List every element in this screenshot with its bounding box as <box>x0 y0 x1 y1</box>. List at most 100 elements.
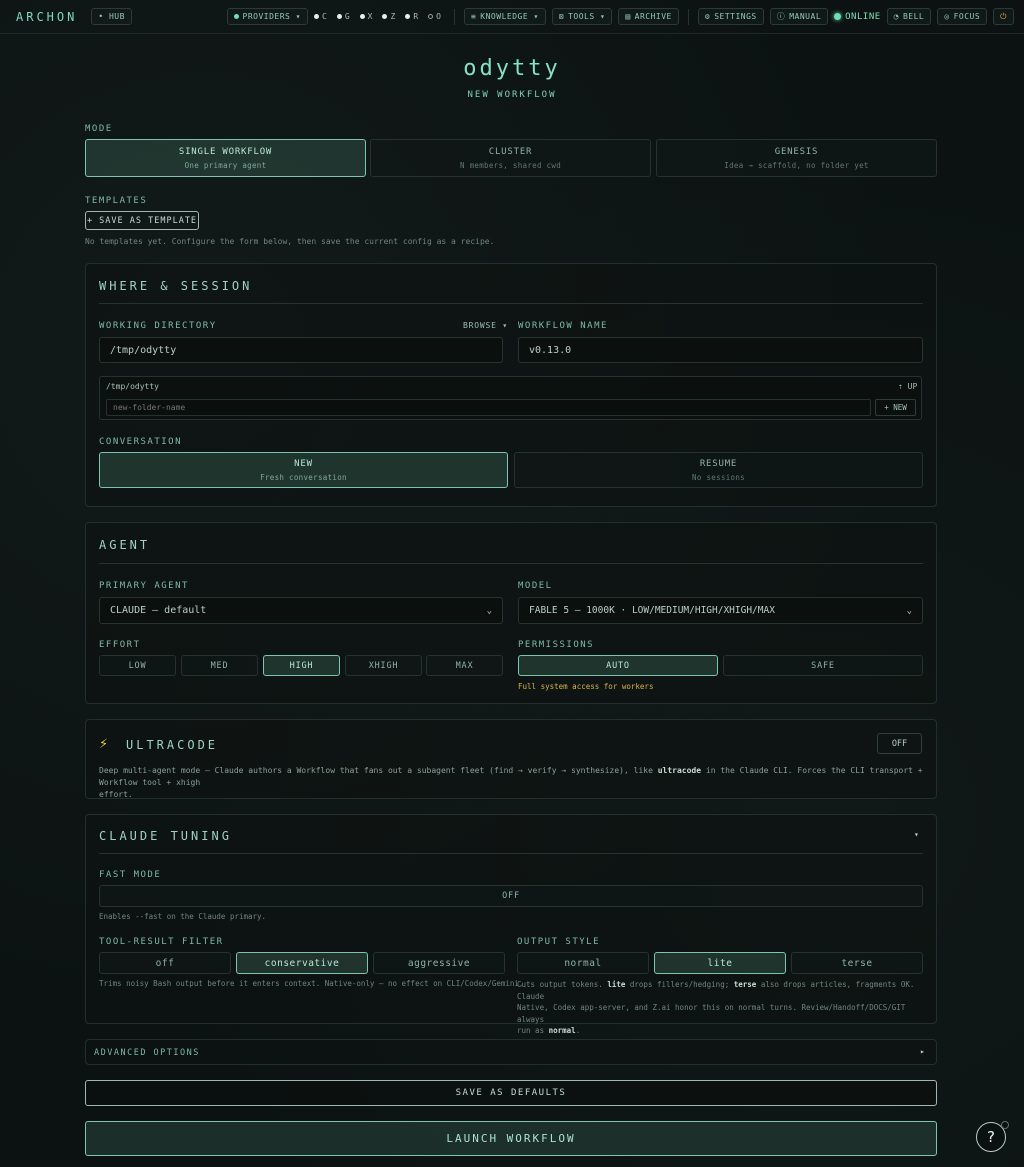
provider-letter: X <box>367 12 373 21</box>
brand-logo: ARCHON <box>16 9 78 24</box>
style-terse[interactable]: terse <box>791 952 923 974</box>
effort-med[interactable]: MED <box>181 655 258 676</box>
archive-button[interactable]: ▤ ARCHIVE <box>618 8 679 25</box>
permissions-safe[interactable]: SAFE <box>723 655 923 676</box>
providers-button[interactable]: PROVIDERS ▾ <box>226 8 308 25</box>
permissions-auto[interactable]: AUTO <box>518 655 718 676</box>
working-directory-input[interactable]: /tmp/odytty <box>99 337 503 363</box>
ultracode-desc-part: effort. <box>99 790 133 799</box>
chevron-down-icon: ⌄ <box>486 605 492 616</box>
templates-label: TEMPLATES <box>85 196 148 206</box>
mode-option-label: CLUSTER <box>488 146 533 157</box>
hub-button[interactable]: • HUB <box>91 8 132 25</box>
conversation-option-sub: No sessions <box>692 472 745 482</box>
effort-max[interactable]: MAX <box>426 655 503 676</box>
new-folder-input[interactable] <box>106 399 871 416</box>
providers-label: PROVIDERS ▾ <box>242 12 301 21</box>
provider-o[interactable]: O <box>428 12 441 21</box>
conversation-resume[interactable]: RESUME No sessions <box>514 452 923 488</box>
conversation-label: CONVERSATION <box>99 437 183 447</box>
mode-option-sub: N members, shared cwd <box>459 160 562 170</box>
save-as-defaults-button[interactable]: SAVE AS DEFAULTS <box>85 1080 937 1106</box>
archive-icon: ▤ <box>625 12 631 21</box>
provider-dot-icon <box>314 14 319 19</box>
effort-low[interactable]: LOW <box>99 655 176 676</box>
provider-x[interactable]: X <box>359 12 373 21</box>
power-button[interactable]: ⏻ <box>993 8 1014 25</box>
provider-dot-icon <box>382 14 388 19</box>
collapse-caret-icon[interactable]: ▾ <box>914 830 919 839</box>
chevron-down-icon: ⌄ <box>906 605 912 616</box>
knowledge-button[interactable]: ≡ KNOWLEDGE ▾ <box>463 8 546 25</box>
tools-button[interactable]: ⊠ TOOLS ▾ <box>551 8 613 25</box>
style-hint-bold: terse <box>733 980 757 989</box>
style-hint-part: Native, Codex app-server, and Z.ai honor… <box>517 1003 906 1024</box>
new-folder-button[interactable]: + NEW <box>875 399 916 416</box>
tool-result-filter-label: TOOL-RESULT FILTER <box>99 937 224 947</box>
primary-agent-value: CLAUDE — default <box>110 605 207 616</box>
mode-option-label: GENESIS <box>774 146 819 157</box>
model-value: FABLE 5 — 1000K · LOW/MEDIUM/HIGH/XHIGH/… <box>529 605 775 616</box>
effort-high[interactable]: HIGH <box>263 655 340 676</box>
settings-button[interactable]: ⚙ SETTINGS <box>697 8 764 25</box>
claude-tuning-title[interactable]: CLAUDE TUNING <box>99 829 232 843</box>
workflow-name-input[interactable]: v0.13.0 <box>518 337 923 363</box>
provider-dot-icon <box>428 14 434 19</box>
ultracode-desc-bold: ultracode <box>657 766 702 775</box>
chevron-right-icon: ▸ <box>920 1047 925 1056</box>
provider-g[interactable]: G <box>336 12 350 21</box>
mode-label: MODE <box>85 124 113 134</box>
focus-button[interactable]: ◎ FOCUS <box>937 8 988 25</box>
filter-aggressive[interactable]: aggressive <box>373 952 505 974</box>
launch-workflow-button[interactable]: LAUNCH WORKFLOW <box>85 1121 937 1156</box>
provider-z[interactable]: Z <box>382 12 395 21</box>
primary-agent-select[interactable]: CLAUDE — default ⌄ <box>99 597 503 624</box>
style-normal[interactable]: normal <box>517 952 649 974</box>
workflow-name-label: WORKFLOW NAME <box>518 321 608 331</box>
ultracode-title: ULTRACODE <box>126 738 219 752</box>
model-select[interactable]: FABLE 5 — 1000K · LOW/MEDIUM/HIGH/XHIGH/… <box>518 597 923 624</box>
lightning-icon: ⚡ <box>99 737 109 752</box>
power-icon: ⏻ <box>1000 11 1007 21</box>
fast-mode-toggle[interactable]: OFF <box>99 885 923 907</box>
focus-icon: ◎ <box>944 12 950 21</box>
tool-result-filter-hint: Trims noisy Bash output before it enters… <box>99 979 524 988</box>
divider <box>99 853 923 854</box>
tools-label: TOOLS ▾ <box>568 12 606 21</box>
style-hint-bold: normal <box>548 1026 576 1035</box>
mode-cluster[interactable]: CLUSTER N members, shared cwd <box>370 139 651 177</box>
conversation-new[interactable]: NEW Fresh conversation <box>99 452 508 488</box>
tools-icon: ⊠ <box>558 12 565 21</box>
working-directory-label: WORKING DIRECTORY <box>99 321 217 331</box>
output-style-hint: Cuts output tokens. lite drops fillers/h… <box>517 979 927 1037</box>
manual-label: MANUAL <box>789 12 822 21</box>
gear-icon: ⚙ <box>704 12 711 21</box>
filter-conservative[interactable]: conservative <box>236 952 368 974</box>
filter-off[interactable]: off <box>99 952 231 974</box>
effort-xhigh[interactable]: XHIGH <box>345 655 422 676</box>
provider-r[interactable]: R <box>405 12 418 21</box>
help-badge-icon <box>1001 1121 1009 1129</box>
divider <box>99 303 923 304</box>
ultracode-description: Deep multi-agent mode — Claude authors a… <box>99 765 923 801</box>
mode-single-workflow[interactable]: SINGLE WORKFLOW One primary agent <box>85 139 366 177</box>
effort-label: EFFORT <box>99 640 141 650</box>
mode-genesis[interactable]: GENESIS Idea → scaffold, no folder yet <box>656 139 937 177</box>
bell-button[interactable]: ◔ BELL <box>886 8 932 25</box>
top-bar-right: PROVIDERS ▾ C G X Z R O ≡ KNOWLEDGE ▾ ⊠ TO… <box>226 8 1014 25</box>
primary-agent-label: PRIMARY AGENT <box>99 581 189 591</box>
manual-button[interactable]: ⓘ MANUAL <box>769 8 829 25</box>
archive-label: ARCHIVE <box>634 12 672 21</box>
provider-dot-icon <box>405 14 411 19</box>
advanced-options-toggle[interactable] <box>85 1039 937 1065</box>
info-icon: ⓘ <box>776 12 786 21</box>
ultracode-toggle[interactable]: OFF <box>877 733 922 754</box>
browse-button[interactable]: BROWSE ▾ <box>463 321 508 330</box>
provider-letter: G <box>344 12 350 21</box>
style-lite[interactable]: lite <box>654 952 786 974</box>
online-status: ONLINE <box>834 12 881 22</box>
folder-up-button[interactable]: ⇡ UP <box>898 382 917 391</box>
save-as-template-button[interactable]: + SAVE AS TEMPLATE <box>85 211 199 230</box>
style-hint-part: Cuts output tokens. <box>517 980 608 989</box>
provider-c[interactable]: C <box>314 12 327 21</box>
